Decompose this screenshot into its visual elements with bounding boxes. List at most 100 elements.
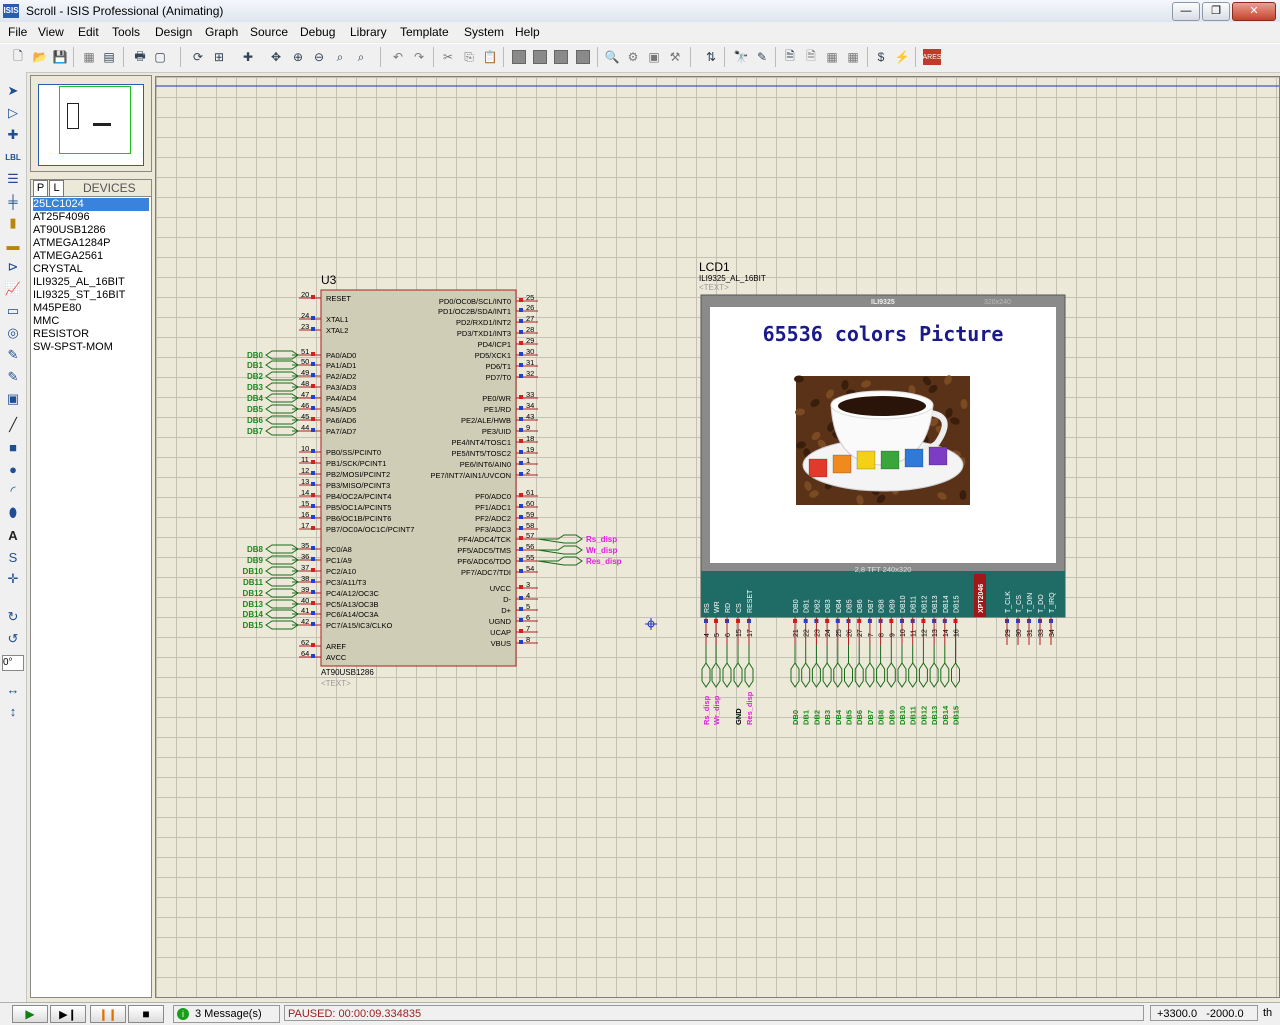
pause-button[interactable]: ❙❙	[90, 1005, 126, 1023]
menu-system[interactable]: System	[464, 25, 504, 39]
bill-of-materials-icon[interactable]: $	[873, 49, 889, 65]
text-script-icon[interactable]: ☰	[4, 170, 22, 188]
menu-source[interactable]: Source	[250, 25, 288, 39]
menu-edit[interactable]: Edit	[78, 25, 99, 39]
wire-label-icon[interactable]: LBL	[4, 148, 22, 166]
print-icon[interactable]: 🖶	[132, 49, 148, 65]
menu-tools[interactable]: Tools	[112, 25, 140, 39]
origin-icon[interactable]: ✚	[240, 49, 256, 65]
terminals-icon[interactable]: ▬	[4, 236, 22, 254]
menu-graph[interactable]: Graph	[205, 25, 238, 39]
decompose-icon[interactable]: ⚒	[667, 49, 683, 65]
menu-debug[interactable]: Debug	[300, 25, 335, 39]
electrical-check-icon[interactable]: ⚡	[894, 49, 910, 65]
zoom-all-icon[interactable]: ⌕	[332, 49, 348, 65]
make-device-icon[interactable]: ⚙	[625, 49, 641, 65]
print-area-icon[interactable]: ▢	[152, 49, 168, 65]
step-button[interactable]: ▶❙	[50, 1005, 86, 1023]
packaging-tool-icon[interactable]: ▣	[646, 49, 662, 65]
save-icon[interactable]: 💾	[52, 49, 68, 65]
menu-template[interactable]: Template	[400, 25, 449, 39]
path-2d-icon[interactable]: ⬮	[4, 504, 22, 522]
exit-parent-icon[interactable]: ▦	[845, 49, 861, 65]
pan-icon[interactable]: ✥	[268, 49, 284, 65]
overview-window[interactable]	[30, 75, 152, 172]
pick-device-icon[interactable]: 🔍	[604, 49, 620, 65]
rotate-ccw-icon[interactable]: ↺	[4, 630, 22, 648]
device-item[interactable]: AT25F4096	[33, 211, 149, 224]
search-tag-icon[interactable]: 🔭	[733, 49, 749, 65]
voltage-probe-icon[interactable]: ✎	[4, 346, 22, 364]
device-item[interactable]: AT90USB1286	[33, 224, 149, 237]
device-item[interactable]: SW-SPST-MOM	[33, 341, 149, 354]
arc-2d-icon[interactable]: ◜	[4, 482, 22, 500]
cut-icon[interactable]: ✂	[440, 49, 456, 65]
device-pins-icon[interactable]: ⊳	[4, 258, 22, 276]
restore-button[interactable]: ❐	[1202, 2, 1230, 21]
component-mode-icon[interactable]: ▷	[4, 104, 22, 122]
mcu-u3[interactable]: U3AT90USB1286<TEXT>20 RESET24 XTAL123 XTAL2…	[243, 273, 622, 688]
undo-icon[interactable]: ↶	[390, 49, 406, 65]
box-2d-icon[interactable]: ■	[4, 438, 22, 456]
device-item[interactable]: ATMEGA1284P	[33, 237, 149, 250]
graph-mode-icon[interactable]: 📈	[4, 280, 22, 298]
import-section-icon[interactable]: ▦	[81, 49, 97, 65]
device-item[interactable]: ILI9325_AL_16BIT	[33, 276, 149, 289]
device-item[interactable]: RESISTOR	[33, 328, 149, 341]
block-delete-icon[interactable]	[576, 50, 590, 64]
device-item[interactable]: 25LC1024	[33, 198, 149, 211]
line-2d-icon[interactable]: ╱	[4, 416, 22, 434]
close-button[interactable]: ✕	[1232, 2, 1276, 21]
mirror-vertical-icon[interactable]: ↕	[4, 702, 22, 720]
device-item[interactable]: ATMEGA2561	[33, 250, 149, 263]
current-probe-icon[interactable]: ✎	[4, 368, 22, 386]
menu-library[interactable]: Library	[350, 25, 387, 39]
redraw-icon[interactable]: ⟳	[190, 49, 206, 65]
zoom-area-icon[interactable]: ⌕	[353, 49, 369, 65]
pick-devices-button[interactable]: P	[33, 180, 48, 197]
library-manager-button[interactable]: L	[49, 180, 64, 197]
export-section-icon[interactable]: ▤	[101, 49, 117, 65]
new-file-icon[interactable]: 🗋	[10, 49, 26, 65]
menu-help[interactable]: Help	[515, 25, 540, 39]
mirror-horizontal-icon[interactable]: ↔	[4, 680, 22, 698]
junction-dot-icon[interactable]: ✚	[4, 126, 22, 144]
zoom-in-icon[interactable]: ⊕	[290, 49, 306, 65]
text-2d-icon[interactable]: A	[4, 526, 22, 544]
open-file-icon[interactable]: 📂	[32, 49, 48, 65]
rotation-angle-field[interactable]: 0°	[2, 655, 24, 671]
ares-icon[interactable]: ARES	[922, 49, 942, 65]
copy-icon[interactable]: ⎘	[461, 49, 477, 65]
subcircuit-icon[interactable]: ▮	[4, 214, 22, 232]
menu-design[interactable]: Design	[155, 25, 192, 39]
redo-icon[interactable]: ↷	[411, 49, 427, 65]
marker-2d-icon[interactable]: ✛	[4, 570, 22, 588]
block-move-icon[interactable]	[533, 50, 547, 64]
zoom-out-icon[interactable]: ⊖	[311, 49, 327, 65]
menu-file[interactable]: File	[8, 25, 27, 39]
device-item[interactable]: CRYSTAL	[33, 263, 149, 276]
lcd-lcd1[interactable]: LCD1ILI9325_AL_16BIT<TEXT> ILI9325 320x240…	[699, 260, 1066, 725]
tape-recorder-icon[interactable]: ▭	[4, 302, 22, 320]
generator-icon[interactable]: ◎	[4, 324, 22, 342]
schematic-canvas[interactable]: U3 AT90USB1286 <TEXT> 20 RESET 24 XTAL1 23 XTAL2…	[155, 76, 1280, 998]
minimize-button[interactable]: —	[1172, 2, 1200, 21]
messages-indicator[interactable]: i 3 Message(s)	[173, 1005, 280, 1023]
device-item[interactable]: M45PE80	[33, 302, 149, 315]
property-tool-icon[interactable]: ✎	[754, 49, 770, 65]
schematic-drawing[interactable]: U3AT90USB1286<TEXT>20 RESET24 XTAL123 XTAL2…	[156, 77, 1279, 997]
stop-button[interactable]: ■	[128, 1005, 164, 1023]
wire-autorouter-icon[interactable]: ⇅	[703, 49, 719, 65]
new-sheet-icon[interactable]: 🗎	[782, 49, 798, 65]
block-copy-icon[interactable]	[512, 50, 526, 64]
grid-icon[interactable]: ⊞	[211, 49, 227, 65]
device-item[interactable]: ILI9325_ST_16BIT	[33, 289, 149, 302]
symbol-2d-icon[interactable]: S	[4, 548, 22, 566]
virtual-instruments-icon[interactable]: ▣	[4, 390, 22, 408]
selection-mode-icon[interactable]: ➤	[4, 82, 22, 100]
rotate-cw-icon[interactable]: ↻	[4, 608, 22, 626]
block-rotate-icon[interactable]	[554, 50, 568, 64]
buses-icon[interactable]: ╪	[4, 192, 22, 210]
device-item[interactable]: MMC	[33, 315, 149, 328]
remove-sheet-icon[interactable]: 🗎	[803, 49, 819, 65]
